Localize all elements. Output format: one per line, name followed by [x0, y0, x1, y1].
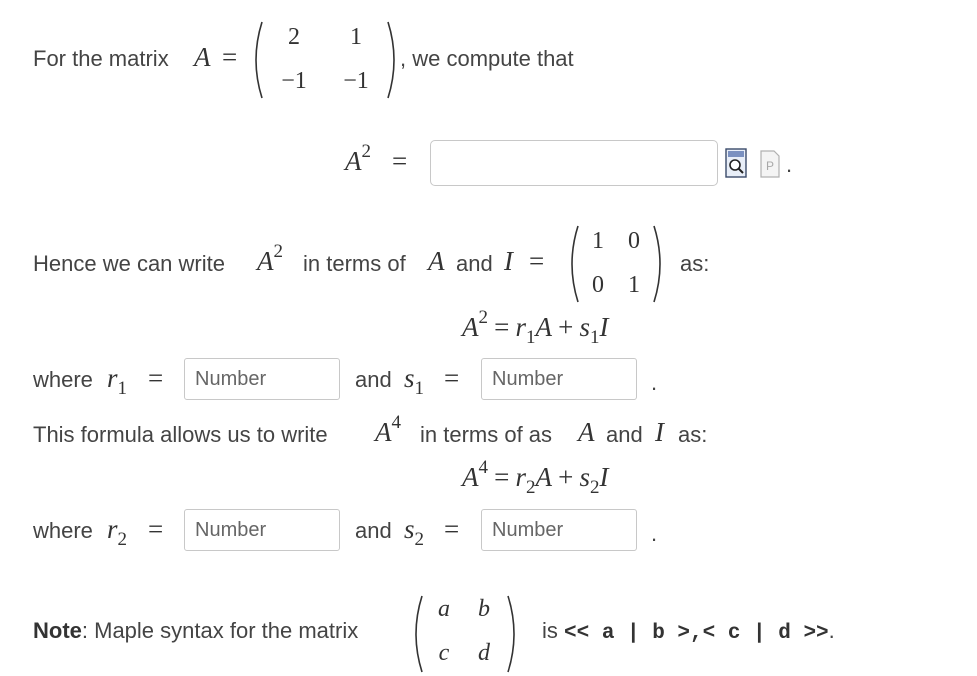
- allows-I: I: [655, 417, 664, 447]
- a2-answer-input[interactable]: [430, 140, 718, 186]
- matrix-A-cell-12: 1: [350, 24, 362, 50]
- identity-cell-21: 0: [592, 272, 604, 298]
- intro-prefix: For the matrix: [33, 46, 169, 71]
- hence-equals: =: [529, 246, 545, 276]
- hence-A2: A2: [257, 241, 283, 276]
- row1-r1: r1: [107, 363, 128, 399]
- intro-suffix: , we compute that: [400, 46, 574, 71]
- identity-cell-22: 1: [628, 272, 640, 298]
- row2-r2: r2: [107, 514, 128, 550]
- right-paren-icon: [653, 225, 661, 303]
- maple-syntax-code: << a | b >,< c | d >>: [564, 622, 829, 645]
- row2-equals-s: =: [444, 514, 460, 544]
- allows-A4: A4: [375, 412, 401, 447]
- magnifier-preview-icon[interactable]: [725, 148, 747, 178]
- matrix-A-cell-22: −1: [343, 68, 369, 94]
- note-label: Note: [33, 618, 82, 643]
- row1-equals-s: =: [444, 363, 460, 393]
- row2-where: where: [33, 518, 93, 543]
- note-text: Note: Maple syntax for the matrix: [33, 618, 359, 643]
- row1-equals-r: =: [148, 363, 164, 393]
- maple-syntax-icon[interactable]: P: [760, 150, 780, 178]
- formula-2: A4 = r2A + s2I: [462, 457, 609, 498]
- left-paren-icon: [415, 595, 423, 673]
- s1-input[interactable]: [481, 358, 637, 400]
- r2-input[interactable]: [184, 509, 340, 551]
- allows-middle: in terms of as: [420, 422, 553, 447]
- right-paren-icon: [507, 595, 515, 673]
- s2-input[interactable]: [481, 509, 637, 551]
- matrix-A-symbol: A: [194, 42, 211, 72]
- row1-s1: s1: [404, 363, 425, 399]
- hence-middle: in terms of: [303, 251, 406, 276]
- row2-and: and: [355, 518, 392, 543]
- matrix-A-cell-11: 2: [288, 24, 300, 50]
- note-matrix: a b c d: [410, 594, 520, 674]
- hence-prefix: Hence we can write: [33, 251, 225, 276]
- allows-and: and: [606, 422, 643, 447]
- hence-suffix: as:: [680, 251, 710, 276]
- note-matrix-cell-a: a: [438, 596, 450, 622]
- r1-input[interactable]: [184, 358, 340, 400]
- note-matrix-cell-c: c: [438, 640, 450, 666]
- equals-sign: =: [222, 42, 238, 72]
- matrix-A-cell-21: −1: [281, 68, 307, 94]
- row2-equals-r: =: [148, 514, 164, 544]
- identity-cell-11: 1: [592, 228, 604, 254]
- note-matrix-cell-b: b: [478, 596, 490, 622]
- allows-prefix: This formula allows us to write: [33, 422, 328, 447]
- hence-and: and: [456, 251, 493, 276]
- left-paren-icon: [255, 21, 263, 99]
- note-is: is << a | b >,< c | d >>.: [542, 618, 835, 645]
- hence-A: A: [428, 246, 445, 276]
- left-paren-icon: [571, 225, 579, 303]
- identity-cell-12: 0: [628, 228, 640, 254]
- matrix-A: 2 1 −1 −1: [250, 20, 400, 100]
- row1-and: and: [355, 367, 392, 392]
- row1-where: where: [33, 367, 93, 392]
- formula-1: A2 = r1A + s1I: [462, 307, 609, 348]
- row1-end: .: [651, 370, 658, 395]
- note-matrix-cell-d: d: [478, 640, 490, 666]
- a2-end-period: .: [786, 152, 793, 177]
- allows-A: A: [578, 417, 595, 447]
- row2-end: .: [651, 521, 658, 546]
- identity-matrix: 1 0 0 1: [566, 224, 666, 304]
- a2-lhs: A2: [345, 141, 371, 176]
- row2-s2: s2: [404, 514, 425, 550]
- hence-I: I: [504, 246, 513, 276]
- allows-suffix: as:: [678, 422, 708, 447]
- svg-text:P: P: [766, 159, 774, 173]
- right-paren-icon: [387, 21, 395, 99]
- a2-equals: =: [392, 146, 408, 176]
